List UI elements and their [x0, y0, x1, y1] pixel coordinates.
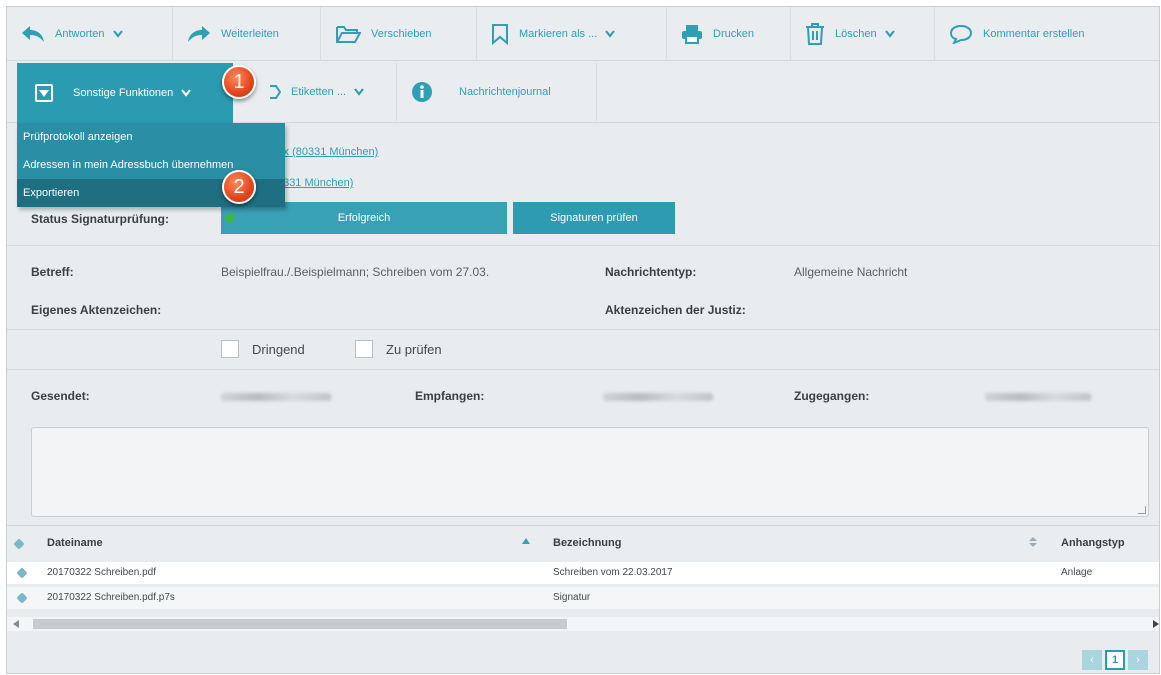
attachments-table-header: Dateiname Bezeichnung Anhangstyp — [7, 525, 1159, 559]
bookmark-icon — [492, 24, 508, 45]
pager-current-page[interactable]: 1 — [1105, 650, 1125, 670]
labels-button[interactable]: Etiketten ... — [269, 63, 397, 121]
court-reference-label: Aktenzeichen der Justiz: — [605, 303, 746, 317]
signature-status-text: Erfolgreich — [337, 212, 391, 224]
review-checkbox[interactable] — [355, 340, 373, 358]
speech-bubble-icon — [949, 24, 973, 44]
chevron-down-icon — [112, 30, 123, 38]
scroll-right-icon[interactable] — [1153, 620, 1159, 628]
subject-value: Beispielfrau./.Beispielmann; Schreiben v… — [221, 265, 490, 279]
arrived-date-blurred — [985, 393, 1091, 401]
comment-label: Kommentar erstellen — [983, 28, 1085, 40]
table-row[interactable]: 20170322 Schreiben.pdf Schreiben vom 22.… — [7, 562, 1159, 584]
chevron-down-icon — [181, 89, 192, 97]
review-label: Zu prüfen — [386, 342, 442, 357]
table-row[interactable]: 20170322 Schreiben.pdf.p7s Signatur — [7, 587, 1159, 609]
trash-icon — [806, 23, 824, 45]
urgent-label: Dringend — [252, 342, 305, 357]
print-label: Drucken — [713, 28, 754, 40]
attachment-icon — [13, 538, 25, 550]
delete-label: Löschen — [835, 28, 877, 40]
journal-label: Nachrichtenjournal — [459, 86, 551, 98]
message-view: Antworten Weiterleiten Verschieben Marki… — [6, 6, 1160, 674]
divider — [7, 329, 1159, 330]
chevron-down-icon — [354, 88, 364, 96]
pager-next-button[interactable]: › — [1128, 650, 1148, 670]
attachment-icon — [16, 567, 28, 579]
folder-icon — [336, 26, 361, 43]
info-icon — [412, 82, 432, 102]
attachment-icon — [16, 592, 28, 604]
printer-icon — [682, 25, 702, 44]
forward-label: Weiterleiten — [221, 28, 279, 40]
signature-status-label: Status Signaturprüfung: — [31, 212, 169, 226]
sent-date-blurred — [221, 393, 331, 401]
cell-filename: 20170322 Schreiben.pdf.p7s — [47, 592, 175, 603]
scrollbar-thumb[interactable] — [33, 619, 567, 629]
message-type-value: Allgemeine Nachricht — [794, 265, 908, 279]
delete-button[interactable]: Löschen — [791, 7, 935, 61]
subject-label: Betreff: — [31, 265, 74, 279]
move-button[interactable]: Verschieben — [321, 7, 477, 61]
secondary-toolbar: Sonstige Funktionen Etiketten ... Nachri… — [7, 61, 1159, 123]
cell-attachment-type: Anlage — [1061, 567, 1093, 578]
print-button[interactable]: Drucken — [667, 7, 791, 61]
more-functions-label: Sonstige Funktionen — [73, 87, 174, 99]
journal-button[interactable]: Nachrichtenjournal — [411, 63, 597, 121]
sort-ascending-icon[interactable] — [522, 538, 530, 544]
cell-description: Signatur — [553, 592, 591, 603]
step-badge-2: 2 — [222, 170, 256, 204]
arrived-label: Zugegangen: — [794, 389, 870, 403]
comment-button[interactable]: Kommentar erstellen — [935, 7, 1159, 61]
menu-item-audit-log[interactable]: Prüfprotokoll anzeigen — [17, 123, 285, 151]
move-label: Verschieben — [371, 28, 432, 40]
forward-icon — [188, 26, 210, 42]
column-header-filename[interactable]: Dateiname — [47, 537, 103, 549]
pager-prev-button[interactable]: ‹ — [1082, 650, 1102, 670]
main-toolbar: Antworten Weiterleiten Verschieben Marki… — [7, 7, 1159, 61]
own-reference-label: Eigenes Aktenzeichen: — [31, 303, 162, 317]
mark-as-button[interactable]: Markieren als ... — [477, 7, 667, 61]
received-label: Empfangen: — [415, 389, 485, 403]
message-type-label: Nachrichtentyp: — [605, 265, 697, 279]
step-badge-1: 1 — [222, 65, 256, 99]
column-header-description[interactable]: Bezeichnung — [553, 537, 621, 549]
divider — [7, 245, 1159, 246]
sent-label: Gesendet: — [31, 389, 90, 403]
status-dot-icon — [225, 213, 235, 223]
forward-button[interactable]: Weiterleiten — [173, 7, 321, 61]
reply-button[interactable]: Antworten — [7, 7, 173, 61]
received-date-blurred — [603, 393, 713, 401]
urgent-checkbox[interactable] — [221, 340, 239, 358]
more-functions-button[interactable]: Sonstige Funktionen — [17, 63, 233, 123]
reply-icon — [22, 26, 44, 42]
sort-icon[interactable] — [1029, 537, 1037, 547]
labels-label: Etiketten ... — [291, 86, 347, 98]
reply-label: Antworten — [55, 28, 105, 40]
comment-textarea[interactable] — [31, 427, 1149, 517]
dropdown-box-icon — [35, 84, 53, 102]
chevron-down-icon — [884, 30, 895, 38]
horizontal-scrollbar[interactable] — [7, 617, 1159, 631]
tag-icon — [270, 85, 281, 99]
mark-as-label: Markieren als ... — [519, 28, 598, 40]
check-signatures-button[interactable]: Signaturen prüfen — [513, 202, 675, 234]
resize-handle-icon[interactable] — [1138, 506, 1146, 514]
column-header-attachment-type[interactable]: Anhangstyp — [1061, 537, 1125, 549]
divider — [7, 369, 1159, 370]
cell-filename: 20170322 Schreiben.pdf — [47, 567, 156, 578]
scroll-left-icon[interactable] — [13, 620, 19, 628]
cell-description: Schreiben vom 22.03.2017 — [553, 567, 673, 578]
chevron-down-icon — [605, 30, 616, 38]
